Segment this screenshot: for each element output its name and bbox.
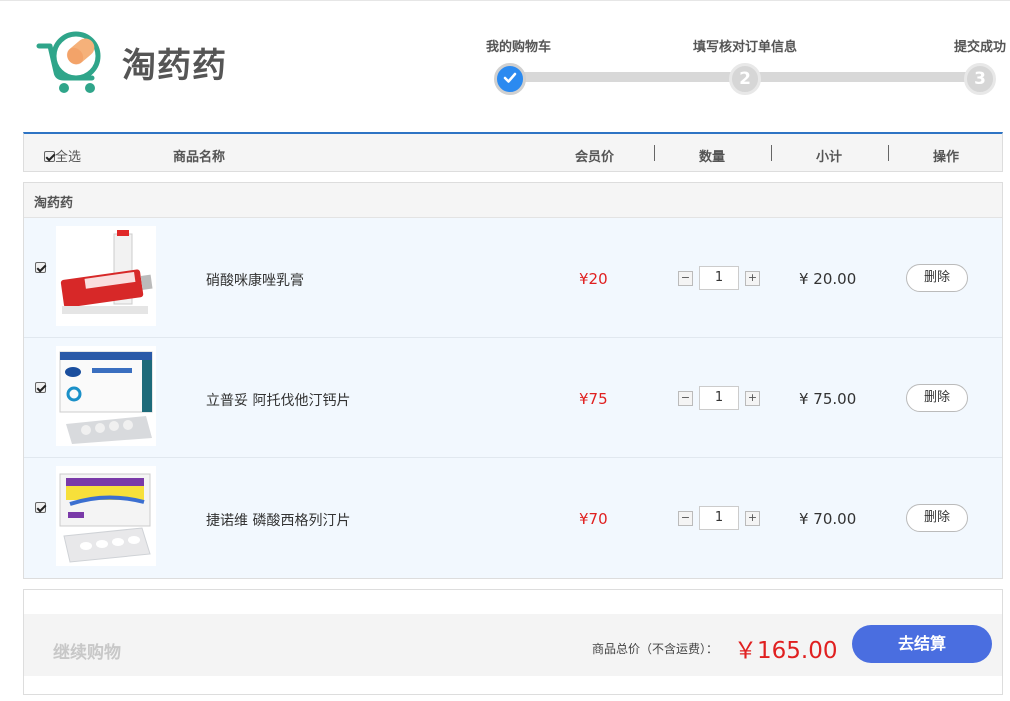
quantity-input[interactable]: 1 <box>699 506 739 530</box>
product-image[interactable] <box>56 226 156 326</box>
divider <box>888 145 889 161</box>
item-subtotal: ¥ 20.00 <box>799 270 857 288</box>
continue-shopping-link[interactable]: 继续购物 <box>53 638 121 663</box>
product-name[interactable]: 硝酸咪康唑乳膏 <box>206 270 304 290</box>
col-quantity: 数量 <box>699 150 726 165</box>
step-cart: 我的购物车 <box>480 36 552 95</box>
step-order-info: 填写核对订单信息 2 <box>690 36 800 95</box>
member-price: ¥20 <box>579 270 608 288</box>
decrease-button[interactable]: − <box>678 270 693 286</box>
item-checkbox[interactable] <box>35 382 46 393</box>
top-border <box>0 0 1010 1</box>
step-success: 提交成功 3 <box>944 36 1010 95</box>
col-name: 商品名称 <box>173 150 226 165</box>
quantity-input[interactable]: 1 <box>699 266 739 290</box>
checkout-progress: 我的购物车 填写核对订单信息 2 提交成功 3 <box>480 36 1010 106</box>
item-checkbox[interactable] <box>35 502 46 513</box>
cart-row: 立普妥 阿托伐他汀钙片 ¥75 − 1 + ¥ 75.00 删除 <box>24 338 1002 458</box>
step-number: 2 <box>729 63 761 95</box>
site-logo[interactable]: 淘药药 <box>36 28 227 96</box>
product-image[interactable] <box>56 346 156 446</box>
divider <box>771 145 772 161</box>
delete-button[interactable]: 删除 <box>906 504 968 532</box>
cart-footer: 继续购物 商品总价（不含运费）： ￥165.00 去结算 <box>23 589 1003 695</box>
total-price: ￥165.00 <box>734 638 838 664</box>
divider <box>654 145 655 161</box>
select-all-label: 全选 <box>55 150 82 165</box>
col-subtotal: 小计 <box>816 150 843 165</box>
cream-tube-image-icon <box>56 226 156 326</box>
cart-row: 捷诺维 磷酸西格列汀片 ¥70 − 1 + ¥ 70.00 删除 <box>24 458 1002 578</box>
cart-pill-logo-icon <box>36 31 101 93</box>
step-label: 填写核对订单信息 <box>692 40 797 55</box>
member-price: ¥70 <box>579 510 608 528</box>
product-name[interactable]: 捷诺维 磷酸西格列汀片 <box>206 510 350 530</box>
tablet-box-image-icon <box>56 346 156 446</box>
step-number: 3 <box>964 63 996 95</box>
total-label: 商品总价（不含运费）： <box>592 642 719 656</box>
product-image[interactable] <box>56 466 156 566</box>
store-group: 淘药药 硝酸咪康唑乳膏 ¥20 − 1 + ¥ 20.00 删除 立普妥 阿托伐… <box>23 182 1003 579</box>
increase-button[interactable]: + <box>745 390 760 406</box>
decrease-button[interactable]: − <box>678 390 693 406</box>
member-price: ¥75 <box>579 390 608 408</box>
checkout-button[interactable]: 去结算 <box>852 625 992 663</box>
quantity-stepper: − 1 + <box>678 386 760 410</box>
item-checkbox[interactable] <box>35 262 46 273</box>
product-name[interactable]: 立普妥 阿托伐他汀钙片 <box>206 390 350 410</box>
brand-name: 淘药药 <box>122 45 227 86</box>
tablet-box-image-icon <box>56 466 156 566</box>
summary-bar: 继续购物 商品总价（不含运费）： ￥165.00 去结算 <box>24 614 1002 676</box>
select-all-checkbox[interactable] <box>44 151 55 162</box>
quantity-stepper: − 1 + <box>678 506 760 530</box>
item-subtotal: ¥ 75.00 <box>799 390 857 408</box>
item-subtotal: ¥ 70.00 <box>799 510 857 528</box>
store-name: 淘药药 <box>24 183 1002 218</box>
col-member-price: 会员价 <box>575 150 615 165</box>
decrease-button[interactable]: − <box>678 510 693 526</box>
step-label: 我的购物车 <box>486 40 552 55</box>
delete-button[interactable]: 删除 <box>906 384 968 412</box>
step-label: 提交成功 <box>953 40 1006 55</box>
col-action: 操作 <box>933 150 960 165</box>
check-icon <box>494 63 526 95</box>
cart-row: 硝酸咪康唑乳膏 ¥20 − 1 + ¥ 20.00 删除 <box>24 218 1002 338</box>
select-all[interactable]: 全选 <box>44 146 81 165</box>
delete-button[interactable]: 删除 <box>906 264 968 292</box>
increase-button[interactable]: + <box>745 270 760 286</box>
cart-table-header: 全选 商品名称 会员价 数量 小计 操作 <box>23 132 1003 172</box>
increase-button[interactable]: + <box>745 510 760 526</box>
quantity-input[interactable]: 1 <box>699 386 739 410</box>
quantity-stepper: − 1 + <box>678 266 760 290</box>
